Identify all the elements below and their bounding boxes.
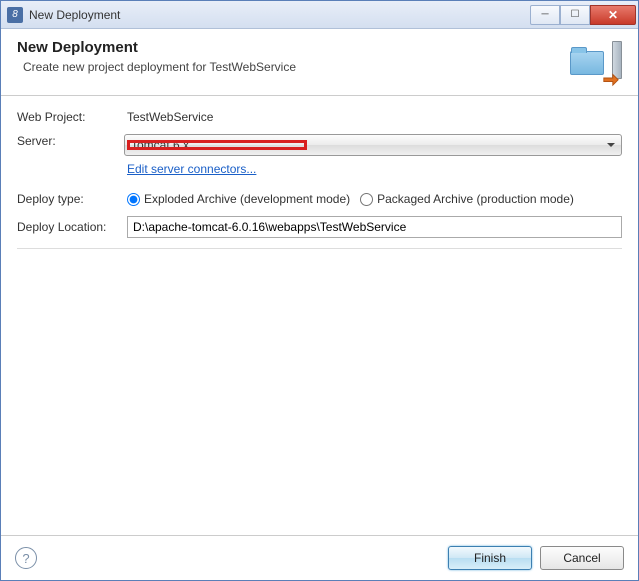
window-title: New Deployment — [29, 8, 120, 22]
web-project-row: Web Project: TestWebService — [17, 110, 622, 124]
maximize-button[interactable]: ☐ — [560, 5, 590, 25]
close-button[interactable]: ✕ — [590, 5, 636, 25]
web-project-label: Web Project: — [17, 110, 127, 124]
radio-exploded-input[interactable] — [127, 193, 140, 206]
deploy-location-label: Deploy Location: — [17, 220, 127, 234]
dialog-footer: ? Finish Cancel — [1, 535, 638, 580]
radio-packaged[interactable]: Packaged Archive (production mode) — [360, 192, 574, 206]
radio-packaged-label: Packaged Archive (production mode) — [377, 192, 574, 206]
chevron-down-icon — [607, 143, 615, 147]
separator — [17, 248, 622, 249]
radio-exploded[interactable]: Exploded Archive (development mode) — [127, 192, 350, 206]
form-area: Web Project: TestWebService Server: Tomc… — [1, 96, 638, 535]
radio-exploded-label: Exploded Archive (development mode) — [144, 192, 350, 206]
titlebar: 8 New Deployment ─ ☐ ✕ — [1, 1, 638, 29]
minimize-button[interactable]: ─ — [530, 5, 560, 25]
dialog-header: New Deployment Create new project deploy… — [1, 29, 638, 96]
server-row: Server: Tomcat 6.x Edit server connector… — [17, 134, 622, 176]
radio-packaged-input[interactable] — [360, 193, 373, 206]
server-highlight — [127, 140, 307, 150]
window-buttons: ─ ☐ ✕ — [530, 5, 636, 25]
deploy-location-input[interactable] — [127, 216, 622, 238]
header-title: New Deployment — [17, 39, 566, 56]
deploy-location-row: Deploy Location: — [17, 216, 622, 238]
deploy-icon — [566, 39, 622, 87]
dialog-window: 8 New Deployment ─ ☐ ✕ New Deployment Cr… — [0, 0, 639, 581]
edit-server-connectors-link[interactable]: Edit server connectors... — [127, 162, 256, 176]
app-icon: 8 — [7, 7, 23, 23]
cancel-button[interactable]: Cancel — [540, 546, 624, 570]
server-label: Server: — [17, 134, 127, 148]
finish-button[interactable]: Finish — [448, 546, 532, 570]
web-project-value: TestWebService — [127, 110, 622, 124]
deploy-type-label: Deploy type: — [17, 192, 127, 206]
help-icon[interactable]: ? — [15, 547, 37, 569]
header-subtitle: Create new project deployment for TestWe… — [17, 60, 566, 74]
deploy-type-row: Deploy type: Exploded Archive (developme… — [17, 192, 622, 206]
